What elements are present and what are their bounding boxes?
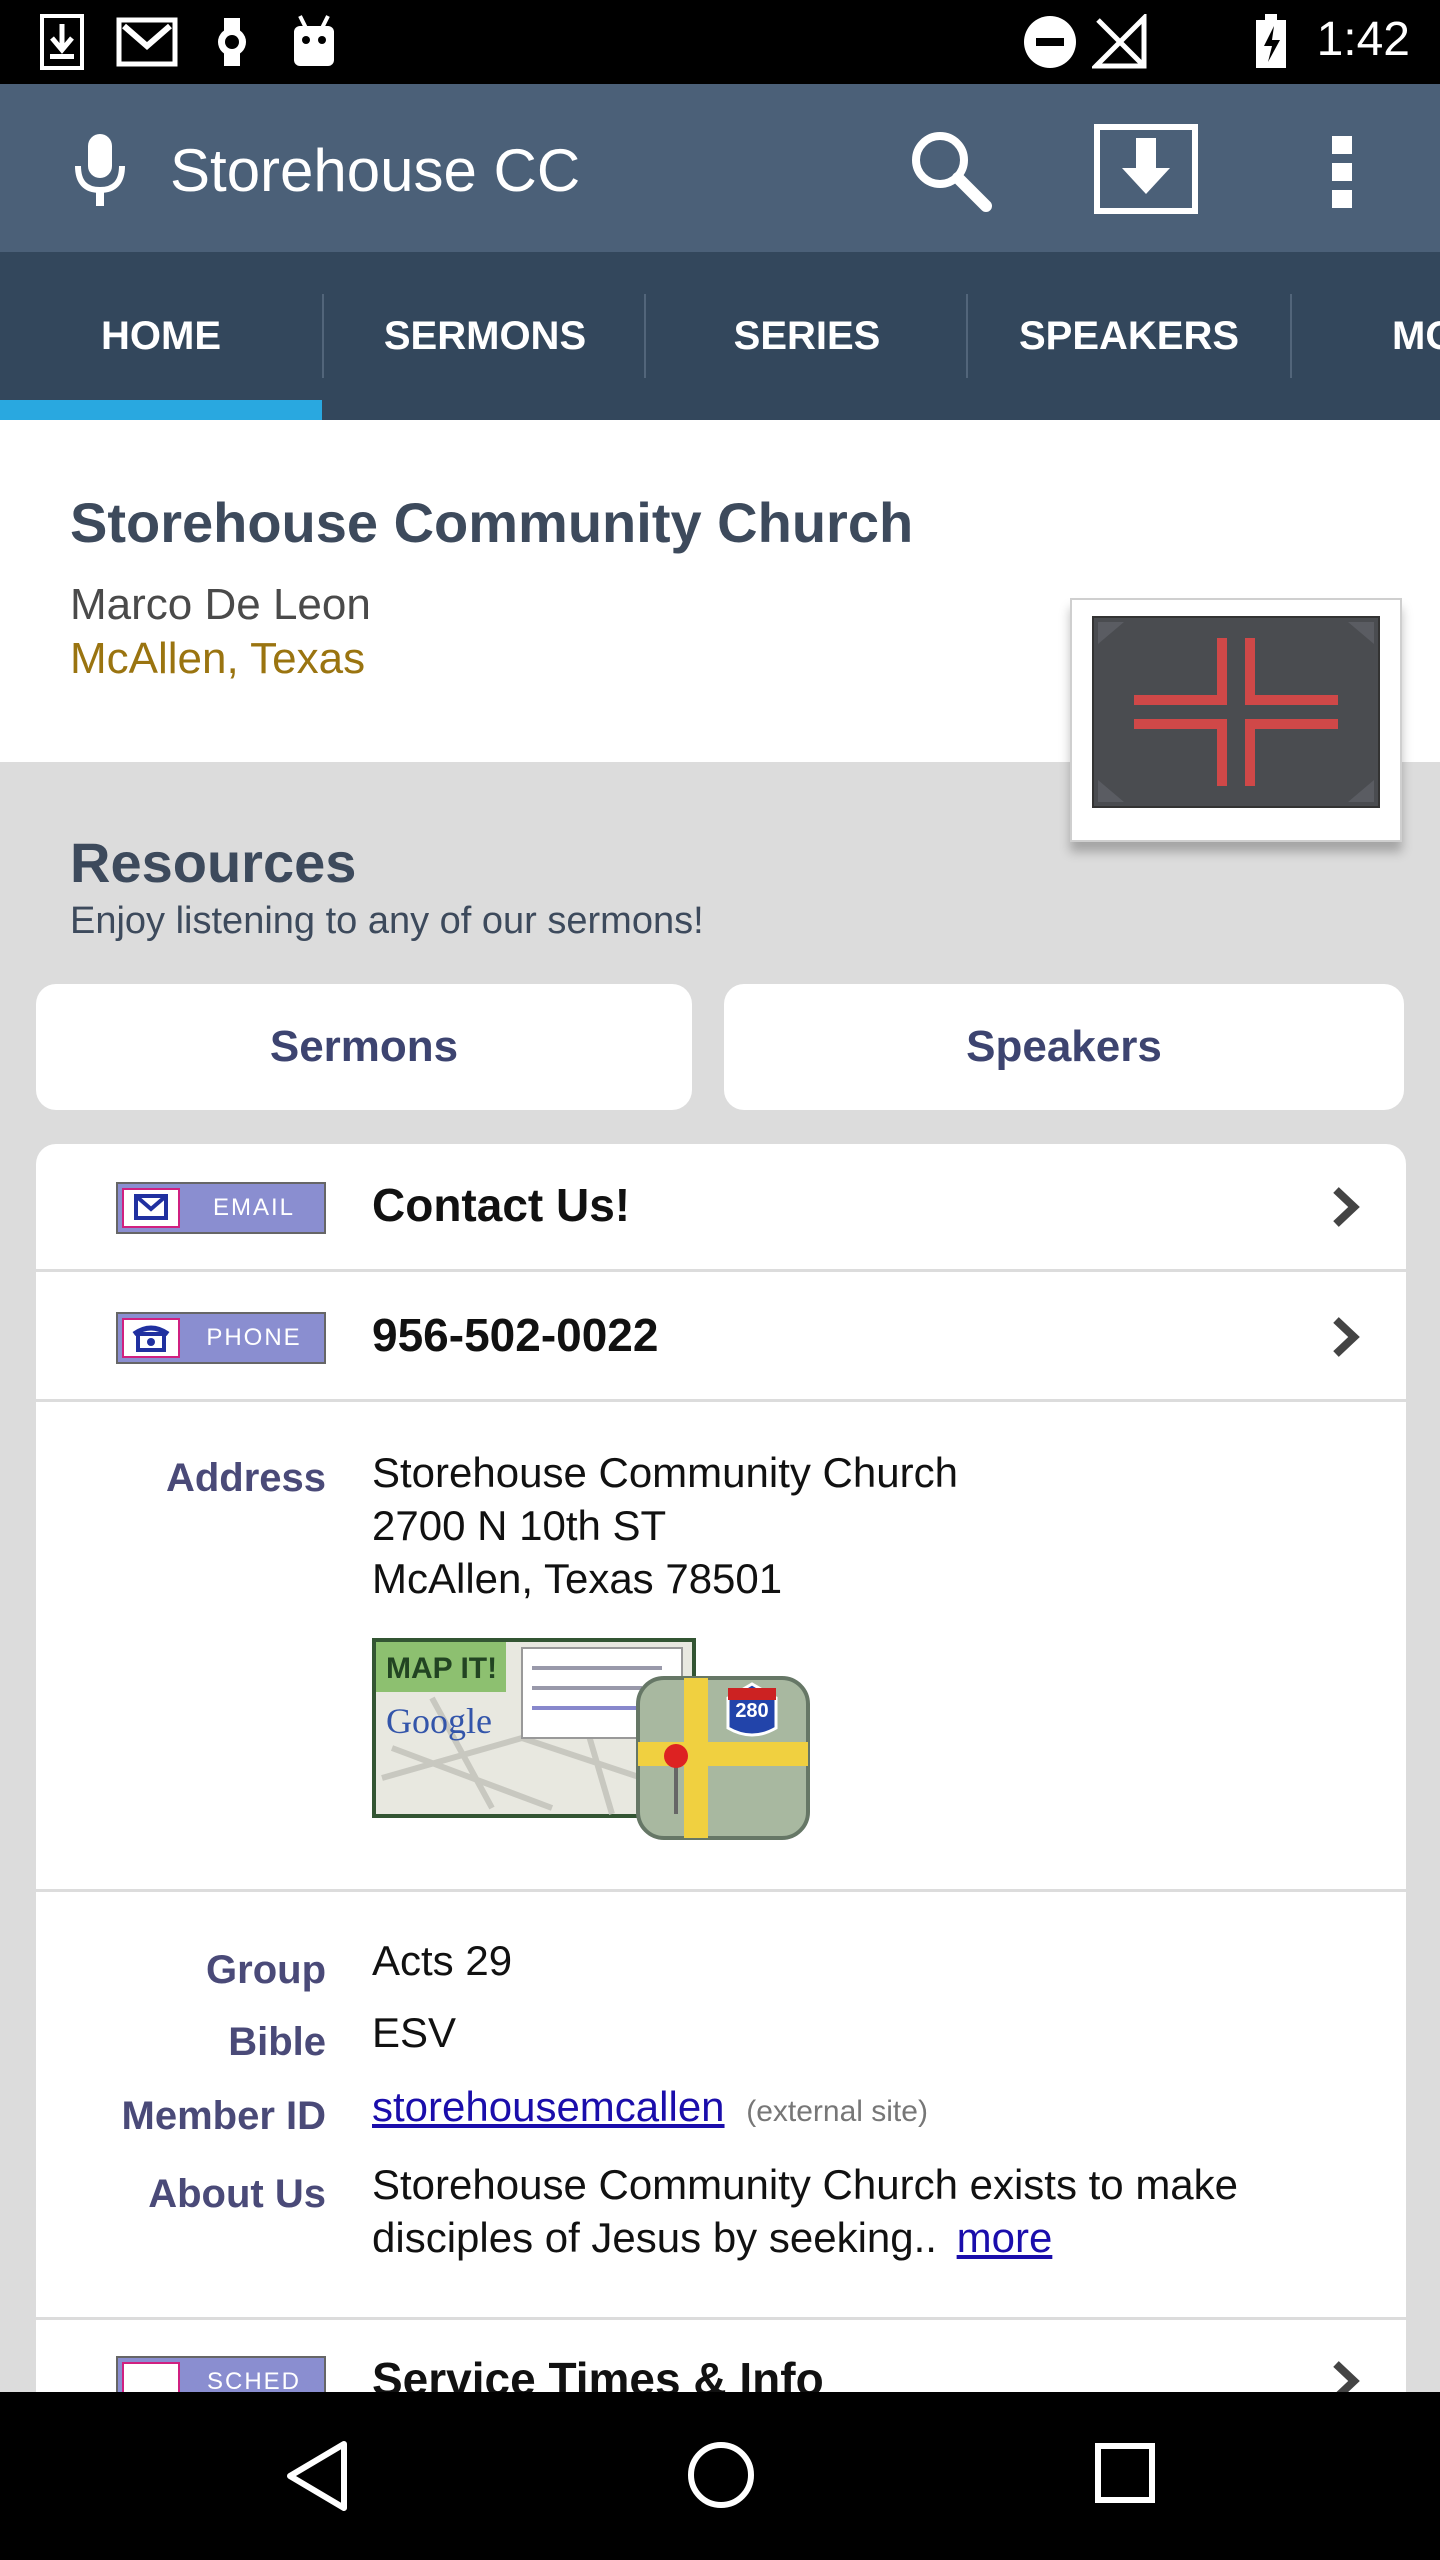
external-site-note: (external site) — [746, 2095, 928, 2128]
group-value: Acts 29 — [372, 1937, 513, 1984]
phone-badge: PHONE — [116, 1312, 326, 1364]
chevron-right-icon — [1333, 1187, 1360, 1227]
church-name: Storehouse Community Church — [70, 491, 914, 554]
address-line-3: McAllen, Texas 78501 — [372, 1555, 783, 1602]
details-section: Group Acts 29 Bible ESV Member ID storeh… — [36, 1892, 1406, 2320]
app-title: Storehouse CC — [170, 137, 581, 204]
action-bar: Storehouse CC — [0, 84, 1440, 252]
search-icon[interactable] — [908, 128, 992, 212]
download-icon[interactable] — [1094, 124, 1198, 214]
chevron-right-icon — [1333, 2361, 1360, 2392]
service-times-label: Service Times & Info — [372, 2353, 824, 2392]
about-us-line-1: Storehouse Community Church exists to ma… — [372, 2161, 1239, 2208]
download-notification-icon — [40, 14, 84, 70]
member-id-link[interactable]: storehousemcallen — [372, 2083, 725, 2130]
map-it-badge: MAP IT! — [386, 1652, 498, 1685]
tab-home[interactable]: HOME — [0, 252, 322, 420]
service-times-row[interactable]: SCHED Service Times & Info — [36, 2320, 1406, 2392]
map-it-button[interactable]: MAP IT! Google 280 — [372, 1638, 812, 1844]
tab-sermons[interactable]: SERMONS — [324, 252, 646, 420]
overflow-menu-icon[interactable] — [1328, 132, 1356, 212]
road-sign-number: 280 — [735, 1700, 769, 1722]
address-line-1: Storehouse Community Church — [372, 1449, 958, 1496]
tab-speakers[interactable]: SPEAKERS — [968, 252, 1290, 420]
phone-row[interactable]: PHONE 956-502-0022 — [36, 1272, 1406, 1402]
tab-divider — [1290, 294, 1292, 378]
android-icon — [294, 15, 334, 66]
calendar-icon — [122, 2362, 180, 2392]
sched-badge: SCHED — [116, 2356, 326, 2392]
about-us-label: About Us — [148, 2172, 326, 2216]
tab-more[interactable]: MO — [1392, 252, 1440, 420]
recents-icon[interactable] — [1094, 2442, 1156, 2504]
bible-value: ESV — [372, 2009, 457, 2056]
contact-us-row[interactable]: EMAIL Contact Us! — [36, 1144, 1406, 1272]
battery-icon — [1256, 14, 1286, 68]
resources-subtitle: Enjoy listening to any of our sermons! — [70, 900, 704, 942]
group-label: Group — [206, 1948, 326, 1992]
home-content[interactable]: Storehouse Community Church Marco De Leo… — [0, 420, 1440, 2392]
pastor-name: Marco De Leon — [70, 580, 371, 629]
logo-image — [1092, 616, 1380, 808]
church-logo[interactable] — [1070, 598, 1402, 842]
home-icon[interactable] — [686, 2440, 756, 2510]
signal-off-icon — [1092, 14, 1147, 69]
member-id-value: storehousemcallen (external site) — [372, 2080, 928, 2138]
cross-logo-icon — [1098, 622, 1374, 802]
clock: 1:42 — [1316, 13, 1410, 66]
address-section: Address Storehouse Community Church 2700… — [36, 1402, 1406, 1892]
address-label: Address — [165, 1456, 326, 1500]
resources-title: Resources — [70, 831, 357, 894]
microphone-icon[interactable] — [68, 130, 132, 210]
member-id-label: Member ID — [121, 2094, 327, 2138]
contact-us-label: Contact Us! — [372, 1179, 631, 1231]
back-icon[interactable] — [282, 2438, 352, 2514]
navigation-bar — [0, 2392, 1440, 2560]
google-brand: Google — [386, 1701, 492, 1741]
tab-bar: HOME SERMONS SERIES SPEAKERS MO — [0, 252, 1440, 420]
address-line-2: 2700 N 10th ST — [372, 1502, 667, 1549]
gmail-icon — [116, 17, 178, 67]
envelope-icon — [122, 1188, 180, 1228]
more-link[interactable]: more — [957, 2214, 1053, 2261]
do-not-disturb-icon — [1024, 16, 1076, 68]
speakers-button[interactable]: Speakers — [724, 984, 1404, 1110]
about-us-line-2: disciples of Jesus by seeking.. more — [372, 2214, 1053, 2261]
bible-label: Bible — [228, 2020, 326, 2064]
tab-selected-indicator — [0, 400, 322, 420]
watch-icon — [218, 18, 246, 66]
status-bar: 1:42 — [0, 0, 1440, 84]
sermons-button[interactable]: Sermons — [36, 984, 692, 1110]
phone-icon — [122, 1318, 180, 1358]
email-badge: EMAIL — [116, 1182, 326, 1234]
tab-series[interactable]: SERIES — [646, 252, 968, 420]
phone-number: 956-502-0022 — [372, 1309, 659, 1361]
chevron-right-icon — [1333, 1317, 1360, 1357]
info-card: EMAIL Contact Us! PHONE 956-502-0022 Add… — [36, 1144, 1406, 2392]
church-location[interactable]: McAllen, Texas — [70, 634, 365, 684]
